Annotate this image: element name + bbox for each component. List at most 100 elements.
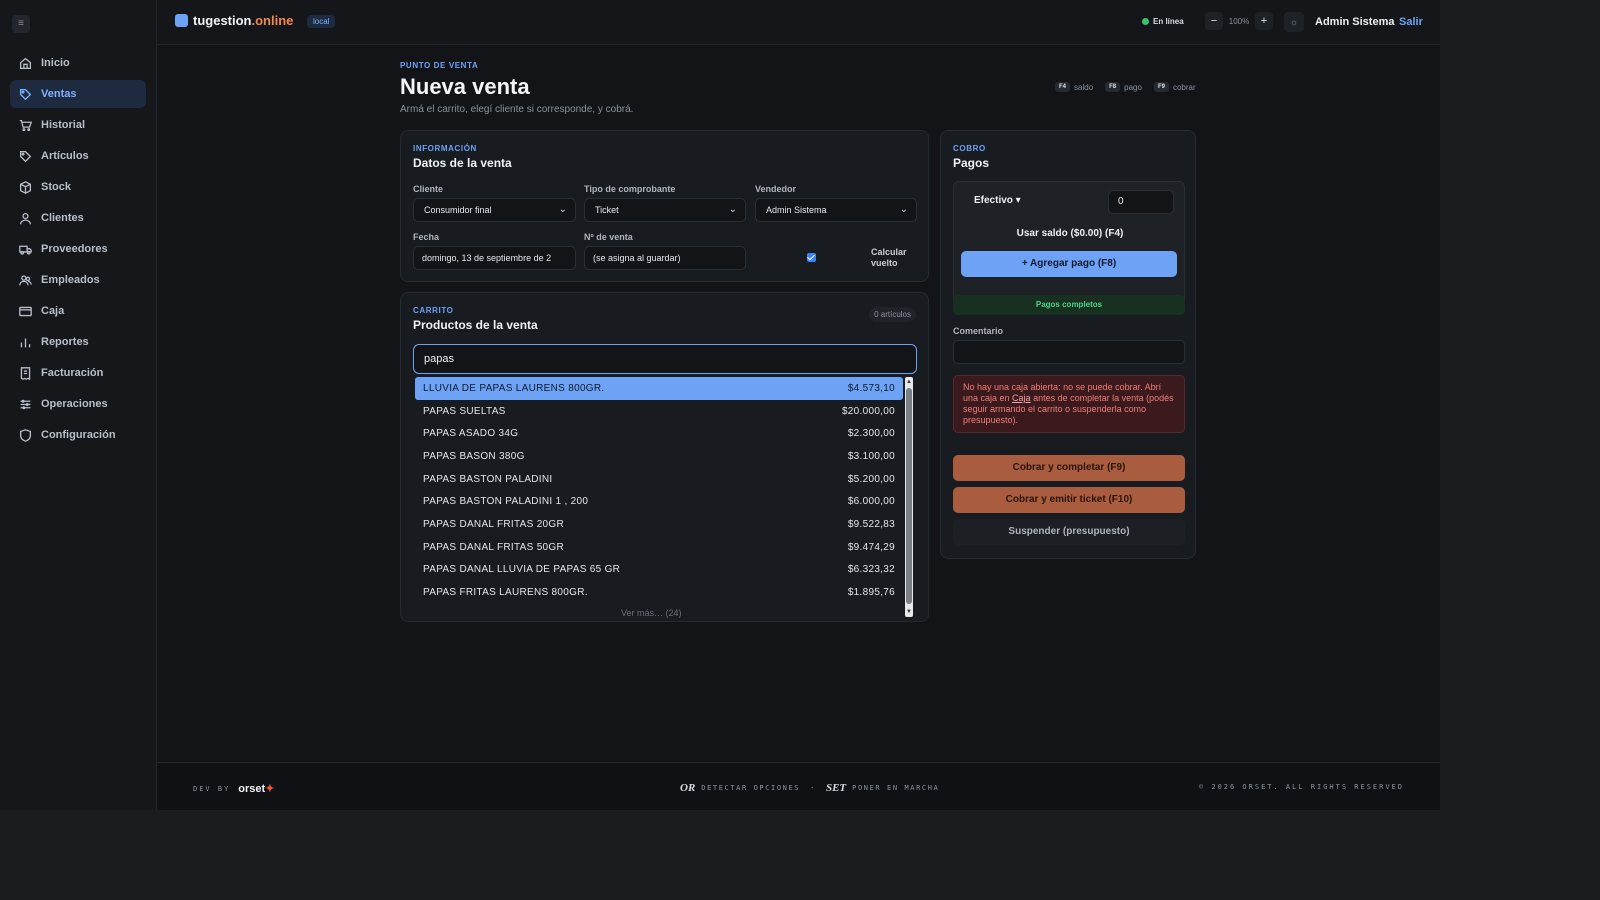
result-price: $4.573,10 — [847, 382, 895, 394]
suspend-button[interactable]: Suspender (presupuesto) — [953, 519, 1185, 545]
search-results-list: LLUVIA DE PAPAS LAURENS 800GR. $4.573,10 … — [415, 377, 903, 617]
result-item[interactable]: PAPAS DANAL FRITAS 20GR $9.522,83 — [415, 513, 903, 536]
env-badge: local — [307, 15, 336, 28]
seller-select[interactable]: Admin Sistema ⌄ — [755, 198, 917, 222]
cash-register-link[interactable]: Caja — [1012, 393, 1031, 403]
zoom-in-button[interactable]: + — [1255, 12, 1273, 30]
brand-suffix: .online — [251, 13, 294, 28]
result-item[interactable]: LLUVIA DE PAPAS LAURENS 800GR. $4.573,10 — [415, 377, 903, 400]
result-item[interactable]: PAPAS BASTON PALADINI $5.200,00 — [415, 468, 903, 491]
shortcut-label: cobrar — [1172, 82, 1196, 92]
sidebar-item-caja[interactable]: Caja — [10, 297, 146, 325]
results-scrollbar[interactable]: ▲ ▼ — [905, 377, 913, 617]
result-name: PAPAS BASON 380G — [423, 450, 525, 462]
sidebar-item-configuracion[interactable]: Configuración — [10, 421, 146, 449]
sale-info-card: INFORMACIÓN Datos de la venta Cliente Co… — [400, 130, 929, 282]
client-select[interactable]: Consumidor final ⌄ — [413, 198, 576, 222]
date-input[interactable]: domingo, 13 de septiembre de 2 — [413, 246, 576, 270]
sidebar-item-operaciones[interactable]: Operaciones — [10, 390, 146, 418]
date-label: Fecha — [413, 232, 440, 242]
payments-complete-badge: Pagos completos — [953, 295, 1185, 315]
sidebar-item-facturacion[interactable]: Facturación — [10, 359, 146, 387]
result-price: $9.522,83 — [847, 518, 895, 530]
chevron-down-icon: ⌄ — [558, 204, 567, 215]
result-price: $20.000,00 — [841, 405, 895, 417]
voucher-type-value: Ticket — [595, 205, 619, 215]
sidebar-item-historial[interactable]: Historial — [10, 111, 146, 139]
bar-chart-icon — [20, 337, 31, 347]
sidebar-item-stock[interactable]: Stock — [10, 173, 146, 201]
logout-link[interactable]: Salir — [1399, 16, 1423, 28]
calculate-change-checkbox[interactable] — [807, 253, 816, 262]
card-eyebrow: COBRO — [953, 144, 986, 153]
payment-method-dropdown[interactable]: Efectivo ▾ — [974, 195, 1021, 206]
result-name: PAPAS DANAL FRITAS 50GR — [423, 541, 565, 553]
orset-logo[interactable]: orset✦ — [238, 782, 274, 795]
product-search-input[interactable]: papas — [413, 344, 917, 374]
brand-name: tugestion — [193, 13, 252, 28]
sidebar-item-proveedores[interactable]: Proveedores — [10, 235, 146, 263]
result-item[interactable]: PAPAS ASADO 34G $2.300,00 — [415, 422, 903, 445]
result-item[interactable]: PAPAS BASTON PALADINI 1 , 200 $6.000,00 — [415, 490, 903, 513]
shortcut-label: saldo — [1074, 82, 1094, 92]
tag-icon — [19, 88, 32, 100]
sidebar-item-empleados[interactable]: Empleados — [10, 266, 146, 294]
result-item[interactable]: PAPAS FRITAS LAURENS 800GR. $1.895,76 — [415, 581, 903, 604]
sidebar-item-ventas[interactable]: Ventas — [10, 80, 146, 108]
charge-complete-button[interactable]: Cobrar y completar (F9) — [953, 455, 1185, 481]
use-balance-button[interactable]: Usar saldo ($0.00) (F4) — [954, 228, 1186, 239]
voucher-type-select[interactable]: Ticket ⌄ — [584, 198, 746, 222]
sidebar: ≡ Inicio Ventas Historial Artículos Stoc… — [0, 0, 157, 810]
sidebar-item-label: Artículos — [41, 150, 89, 162]
payments-card: COBRO Pagos Efectivo ▾ 0 Usar saldo ($0.… — [940, 130, 1196, 559]
sidebar-toggle-button[interactable]: ≡ — [12, 15, 30, 33]
zoom-controls: − 100% + — [1205, 12, 1273, 30]
sale-number-input[interactable]: (se asigna al guardar) — [584, 246, 746, 270]
dev-by-label: DEV BY — [193, 784, 231, 793]
orset-logo-text: orset — [238, 783, 266, 795]
scroll-down-icon[interactable]: ▼ — [905, 608, 913, 616]
empty-area-bottom — [0, 810, 1600, 900]
user-icon — [19, 212, 32, 224]
sidebar-item-label: Facturación — [41, 367, 104, 379]
sidebar-item-inicio[interactable]: Inicio — [10, 49, 146, 77]
result-item[interactable]: PAPAS SUELTAS $20.000,00 — [415, 400, 903, 423]
chevron-down-icon: ⌄ — [728, 204, 737, 215]
payment-amount-input[interactable]: 0 — [1108, 190, 1174, 214]
see-more-link[interactable]: Ver más… (24) — [621, 608, 682, 618]
voucher-type-label: Tipo de comprobante — [584, 184, 676, 194]
topbar: tugestion .online local En línea − 100% +… — [157, 0, 1440, 45]
result-price: $2.300,00 — [847, 428, 895, 440]
result-item[interactable]: PAPAS DANAL FRITAS 50GR $9.474,29 — [415, 536, 903, 559]
copyright: © 2026 ORSET. ALL RIGHTS RESERVED — [1198, 783, 1404, 791]
add-payment-button[interactable]: + Agregar pago (F8) — [961, 251, 1177, 277]
sidebar-item-clientes[interactable]: Clientes — [10, 204, 146, 232]
sidebar-item-label: Proveedores — [41, 243, 108, 255]
scroll-up-icon[interactable]: ▲ — [905, 378, 913, 386]
result-price: $9.474,29 — [847, 541, 895, 553]
sidebar-nav: Inicio Ventas Historial Artículos Stock … — [10, 49, 146, 452]
or-text: DETECTAR OPCIONES — [701, 784, 801, 792]
sidebar-item-articulos[interactable]: Artículos — [10, 142, 146, 170]
sidebar-item-label: Reportes — [41, 336, 89, 348]
seller-select-value: Admin Sistema — [766, 205, 827, 215]
sidebar-item-label: Stock — [41, 181, 71, 193]
result-price: $5.200,00 — [847, 473, 895, 485]
or-mark: OR — [680, 782, 696, 794]
separator: · — [810, 784, 816, 792]
result-item[interactable]: PAPAS DANAL LLUVIA DE PAPAS 65 GR $6.323,… — [415, 559, 903, 582]
shortcut-key: F4 — [1055, 82, 1071, 92]
sidebar-item-reportes[interactable]: Reportes — [10, 328, 146, 356]
brand-logo[interactable]: tugestion .online — [175, 13, 293, 28]
app-window: ≡ Inicio Ventas Historial Artículos Stoc… — [0, 0, 1440, 810]
theme-toggle-button[interactable]: ☼ — [1284, 12, 1304, 32]
zoom-out-button[interactable]: − — [1205, 12, 1223, 30]
scrollbar-thumb[interactable] — [906, 388, 912, 604]
result-name: PAPAS FRITAS LAURENS 800GR. — [423, 587, 588, 599]
charge-ticket-button[interactable]: Cobrar y emitir ticket (F10) — [953, 487, 1185, 513]
result-item[interactable]: PAPAS BASON 380G $3.100,00 — [415, 445, 903, 468]
keyboard-shortcuts: F4 saldo F8 pago F9 cobrar — [1055, 82, 1208, 92]
comment-input[interactable] — [953, 340, 1185, 364]
card-title: Productos de la venta — [413, 318, 538, 332]
sidebar-item-label: Operaciones — [41, 398, 108, 410]
